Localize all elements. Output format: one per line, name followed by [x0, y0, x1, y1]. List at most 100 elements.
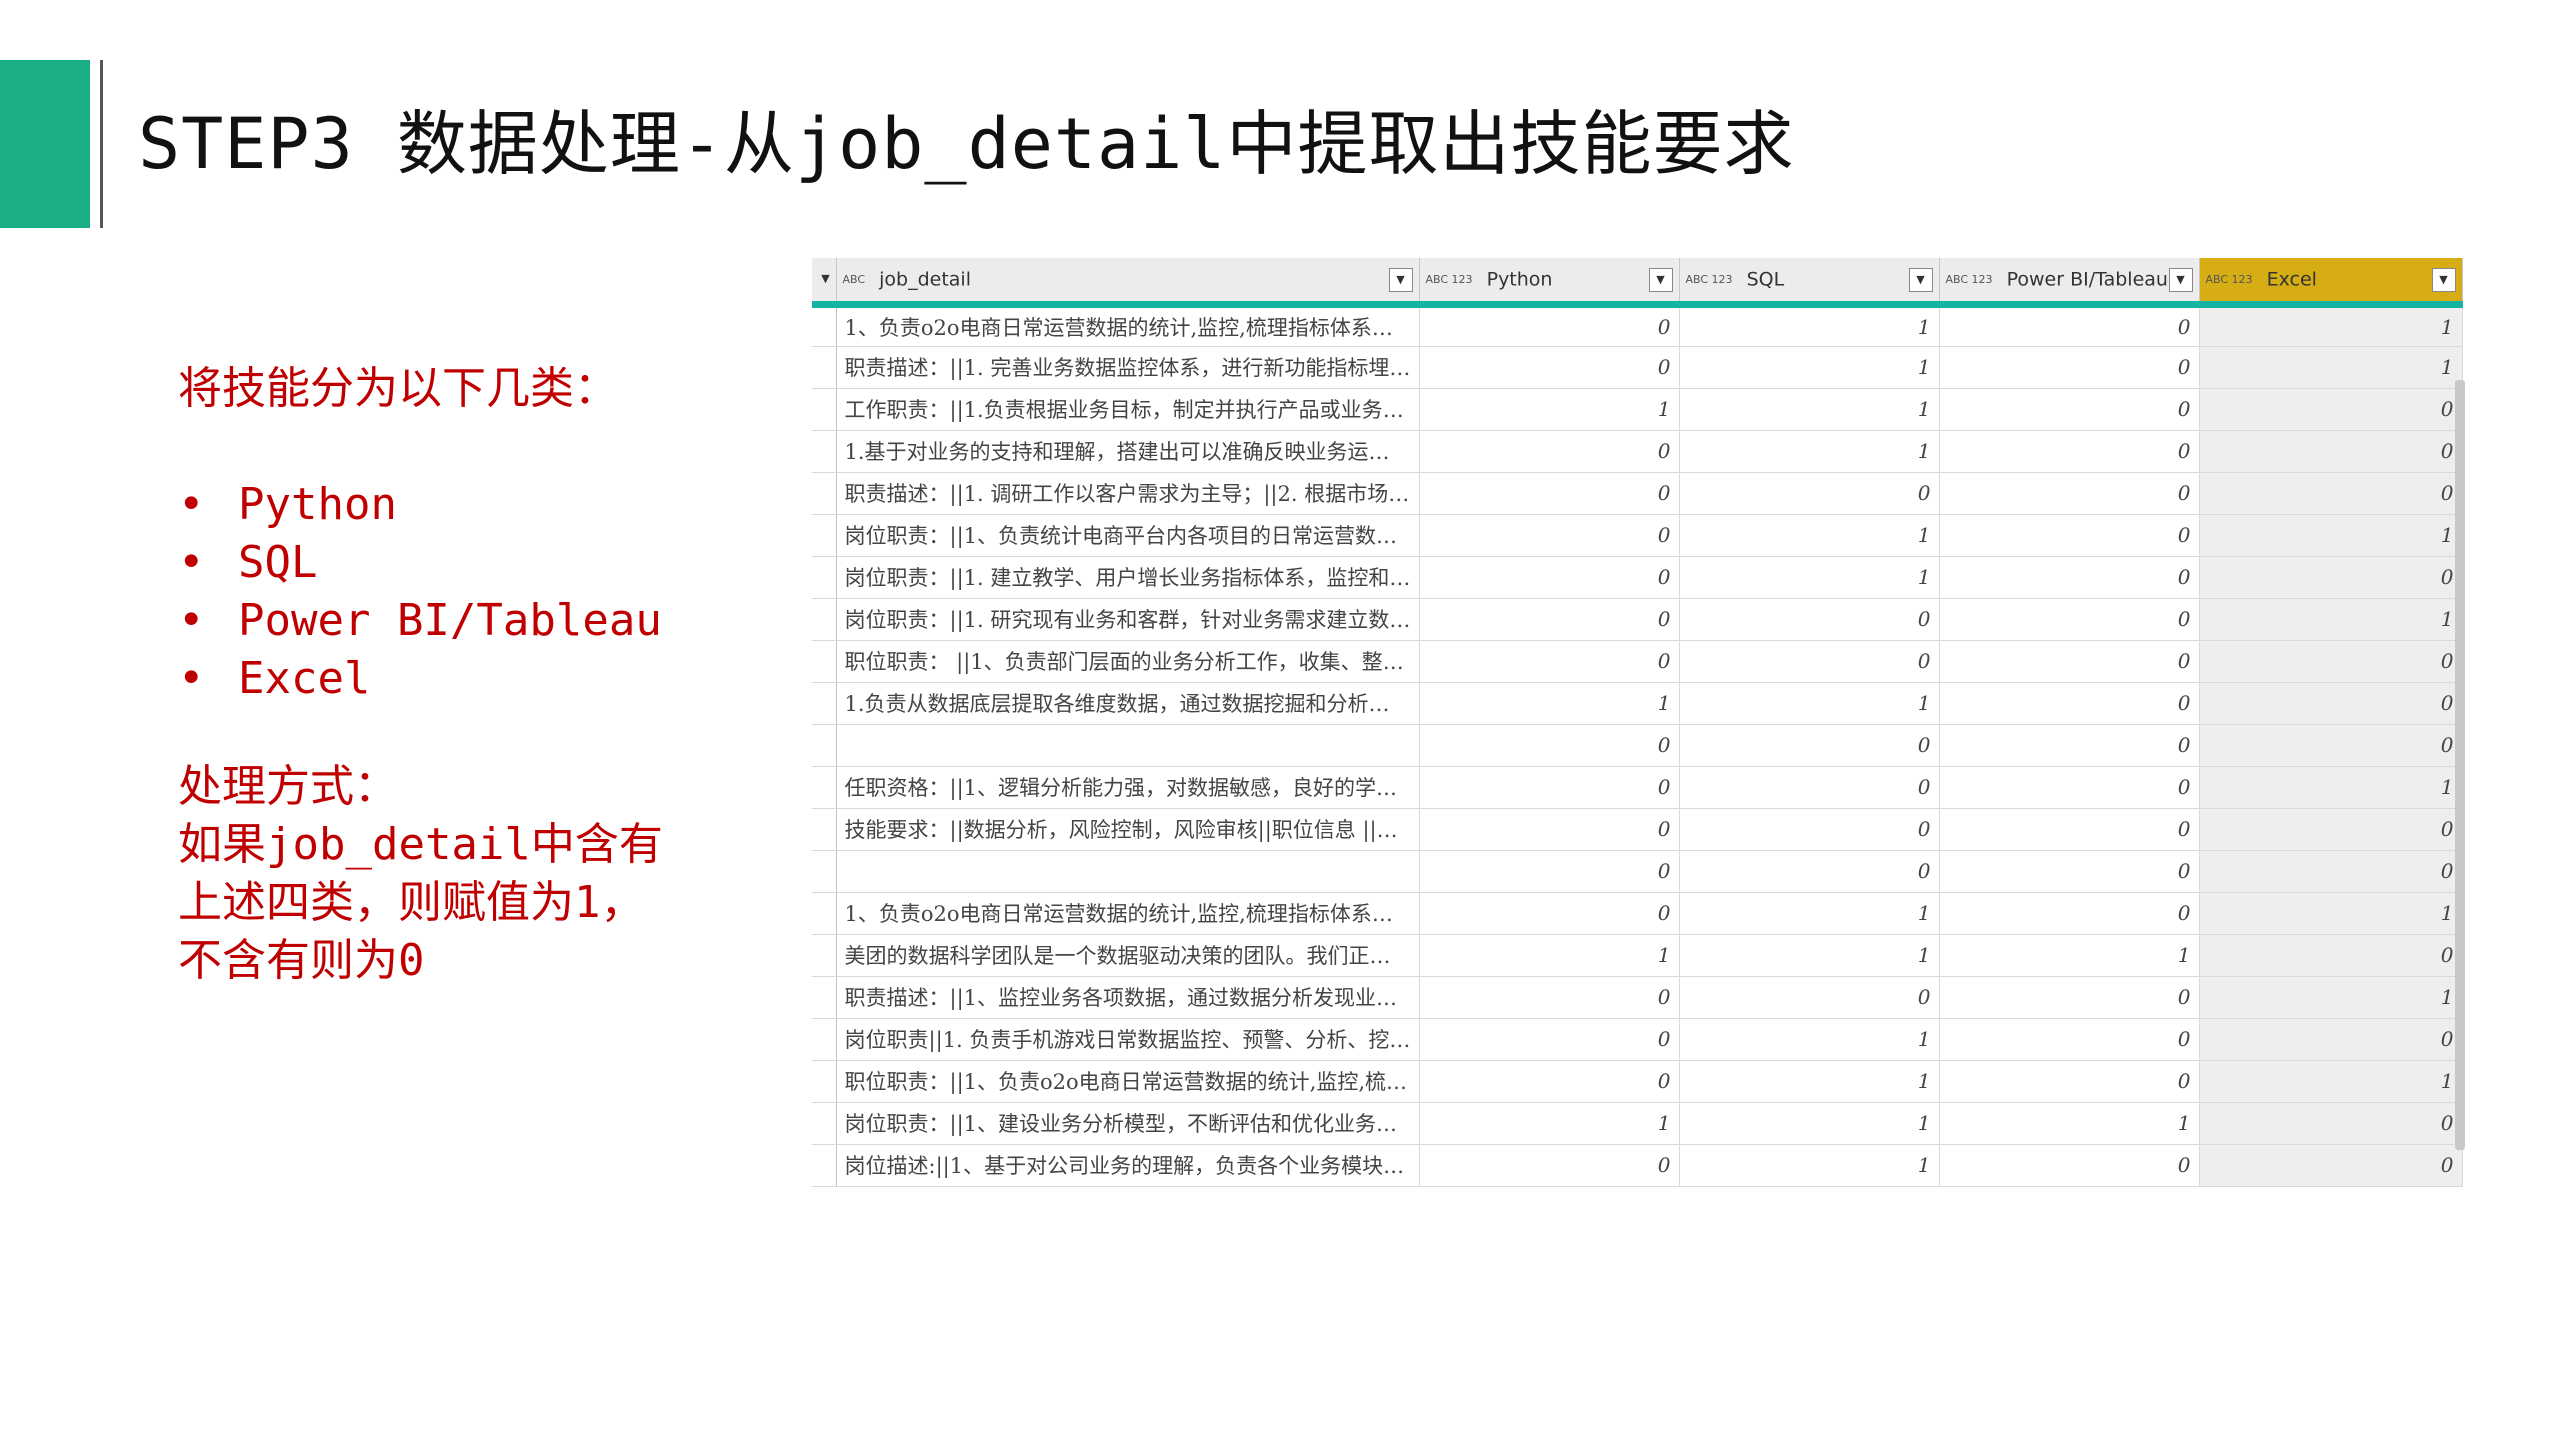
cell-powerbi[interactable]: 0: [1939, 472, 2200, 515]
column-header-python[interactable]: ABC 123 Python ▼: [1419, 258, 1680, 308]
row-selector[interactable]: [812, 682, 837, 725]
cell-powerbi[interactable]: 0: [1939, 724, 2200, 767]
cell-python[interactable]: 0: [1419, 1060, 1680, 1103]
cell-sql[interactable]: 0: [1679, 598, 1940, 641]
cell-python[interactable]: 1: [1419, 1102, 1680, 1145]
row-selector[interactable]: [812, 430, 837, 473]
cell-sql[interactable]: 1: [1679, 682, 1940, 725]
cell-sql[interactable]: 1: [1679, 388, 1940, 431]
cell-powerbi[interactable]: 0: [1939, 766, 2200, 809]
cell-job-detail[interactable]: 岗位职责：||1. 研究现有业务和客群，针对业务需求建立数据分...: [836, 598, 1420, 641]
cell-python[interactable]: 0: [1419, 514, 1680, 557]
cell-job-detail[interactable]: 岗位职责：||1、负责统计电商平台内各项目的日常运营数据及活...: [836, 514, 1420, 557]
column-header-excel[interactable]: ABC 123 Excel ▼: [2199, 258, 2463, 308]
row-selector[interactable]: [812, 1018, 837, 1061]
cell-excel[interactable]: 1: [2199, 346, 2463, 389]
chevron-down-icon[interactable]: ▼: [1388, 268, 1413, 292]
table-row[interactable]: 1、负责o2o电商日常运营数据的统计,监控,梳理指标体系；||2、... 0 1 0 1: [812, 892, 2463, 935]
cell-python[interactable]: 0: [1419, 808, 1680, 851]
table-row[interactable]: 0000: [812, 724, 2463, 767]
cell-python[interactable]: 1: [1419, 934, 1680, 977]
cell-sql[interactable]: 0: [1679, 724, 1940, 767]
cell-job-detail[interactable]: 职责描述：||1. 完善业务数据监控体系，进行新功能指标埋点...: [836, 346, 1420, 389]
cell-excel[interactable]: 0: [2199, 1018, 2463, 1061]
cell-python[interactable]: 0: [1419, 304, 1680, 347]
cell-python[interactable]: 0: [1419, 1018, 1680, 1061]
cell-powerbi[interactable]: 1: [1939, 934, 2200, 977]
cell-excel[interactable]: 1: [2199, 514, 2463, 557]
chevron-down-icon[interactable]: ▼: [1648, 268, 1673, 292]
cell-python[interactable]: 0: [1419, 850, 1680, 893]
table-row[interactable]: 1、负责o2o电商日常运营数据的统计,监控,梳理指标体系；||2、... 0 1 0 1: [812, 304, 2463, 347]
cell-powerbi[interactable]: 0: [1939, 892, 2200, 935]
cell-sql[interactable]: 0: [1679, 808, 1940, 851]
cell-python[interactable]: 1: [1419, 388, 1680, 431]
cell-powerbi[interactable]: 0: [1939, 430, 2200, 473]
row-selector[interactable]: [812, 1144, 837, 1187]
cell-powerbi[interactable]: 0: [1939, 346, 2200, 389]
cell-python[interactable]: 0: [1419, 892, 1680, 935]
row-selector[interactable]: [812, 472, 837, 515]
table-row[interactable]: 岗位职责：||1. 研究现有业务和客群，针对业务需求建立数据分... 0 0 0 1: [812, 598, 2463, 641]
cell-job-detail[interactable]: [836, 724, 1420, 767]
cell-powerbi[interactable]: 0: [1939, 556, 2200, 599]
row-selector[interactable]: [812, 1102, 837, 1145]
column-header-sql[interactable]: ABC 123 SQL ▼: [1679, 258, 1940, 308]
cell-excel[interactable]: 0: [2199, 640, 2463, 683]
cell-excel[interactable]: 1: [2199, 1060, 2463, 1103]
row-selector[interactable]: [812, 724, 837, 767]
cell-powerbi[interactable]: 0: [1939, 976, 2200, 1019]
cell-python[interactable]: 0: [1419, 556, 1680, 599]
chevron-down-icon[interactable]: ▼: [1908, 268, 1933, 292]
table-row[interactable]: 技能要求：||数据分析，风险控制，风险审核||职位信息 ||大专... 0 0 0 0: [812, 808, 2463, 851]
cell-powerbi[interactable]: 0: [1939, 808, 2200, 851]
table-row[interactable]: 职责描述：||1. 调研工作以客户需求为主导；||2. 根据市场调研... 0 0 0…: [812, 472, 2463, 515]
cell-job-detail[interactable]: 职位职责：||1、负责o2o电商日常运营数据的统计,监控,梳理指...: [836, 1060, 1420, 1103]
cell-job-detail[interactable]: 1、负责o2o电商日常运营数据的统计,监控,梳理指标体系；||2、...: [836, 304, 1420, 347]
cell-python[interactable]: 0: [1419, 1144, 1680, 1187]
cell-sql[interactable]: 0: [1679, 976, 1940, 1019]
cell-powerbi[interactable]: 0: [1939, 1144, 2200, 1187]
cell-python[interactable]: 0: [1419, 976, 1680, 1019]
cell-powerbi[interactable]: 0: [1939, 388, 2200, 431]
cell-excel[interactable]: 1: [2199, 598, 2463, 641]
row-selector[interactable]: [812, 808, 837, 851]
cell-python[interactable]: 0: [1419, 640, 1680, 683]
row-selector[interactable]: [812, 598, 837, 641]
chevron-down-icon[interactable]: ▼: [2431, 268, 2456, 292]
cell-powerbi[interactable]: 0: [1939, 850, 2200, 893]
cell-python[interactable]: 0: [1419, 766, 1680, 809]
cell-powerbi[interactable]: 0: [1939, 1060, 2200, 1103]
cell-python[interactable]: 0: [1419, 472, 1680, 515]
chevron-down-icon[interactable]: ▼: [818, 268, 834, 292]
cell-sql[interactable]: 0: [1679, 472, 1940, 515]
cell-sql[interactable]: 0: [1679, 850, 1940, 893]
row-selector[interactable]: [812, 934, 837, 977]
cell-sql[interactable]: 1: [1679, 304, 1940, 347]
cell-job-detail[interactable]: 1.负责从数据底层提取各维度数据，通过数据挖掘和分析，为业...: [836, 682, 1420, 725]
cell-excel[interactable]: 0: [2199, 388, 2463, 431]
cell-sql[interactable]: 1: [1679, 346, 1940, 389]
table-row[interactable]: 岗位描述:||1、基于对公司业务的理解，负责各个业务模块的数据... 0 1 0 0: [812, 1144, 2463, 1187]
column-header-job-detail[interactable]: ABC job_detail ▼: [836, 258, 1420, 308]
cell-job-detail[interactable]: 岗位描述:||1、基于对公司业务的理解，负责各个业务模块的数据...: [836, 1144, 1420, 1187]
table-row[interactable]: 岗位职责||1. 负责手机游戏日常数据监控、预警、分析、挖掘工... 0 1 0 0: [812, 1018, 2463, 1061]
table-row[interactable]: 0000: [812, 850, 2463, 893]
chevron-down-icon[interactable]: ▼: [2168, 268, 2193, 292]
row-selector[interactable]: [812, 304, 837, 347]
table-row[interactable]: 职责描述：||1、监控业务各项数据，通过数据分析发现业务问题... 0 0 0 1: [812, 976, 2463, 1019]
row-selector[interactable]: [812, 346, 837, 389]
table-row[interactable]: 任职资格：||1、逻辑分析能力强，对数据敏感，良好的学习能力... 0 0 0 1: [812, 766, 2463, 809]
cell-job-detail[interactable]: 职位职责： ||1、负责部门层面的业务分析工作，收集、整理和可...: [836, 640, 1420, 683]
cell-sql[interactable]: 1: [1679, 556, 1940, 599]
cell-job-detail[interactable]: 职责描述：||1. 调研工作以客户需求为主导；||2. 根据市场调研...: [836, 472, 1420, 515]
table-row[interactable]: 职位职责：||1、负责o2o电商日常运营数据的统计,监控,梳理指... 0 1 0 1: [812, 1060, 2463, 1103]
row-selector[interactable]: [812, 1060, 837, 1103]
cell-job-detail[interactable]: 任职资格：||1、逻辑分析能力强，对数据敏感，良好的学习能力...: [836, 766, 1420, 809]
cell-powerbi[interactable]: 0: [1939, 1018, 2200, 1061]
table-row[interactable]: 岗位职责：||1、负责统计电商平台内各项目的日常运营数据及活... 0 1 0 1: [812, 514, 2463, 557]
cell-excel[interactable]: 0: [2199, 430, 2463, 473]
table-row[interactable]: 1.负责从数据底层提取各维度数据，通过数据挖掘和分析，为业... 1 1 0 0: [812, 682, 2463, 725]
cell-sql[interactable]: 1: [1679, 430, 1940, 473]
cell-job-detail[interactable]: 职责描述：||1、监控业务各项数据，通过数据分析发现业务问题...: [836, 976, 1420, 1019]
